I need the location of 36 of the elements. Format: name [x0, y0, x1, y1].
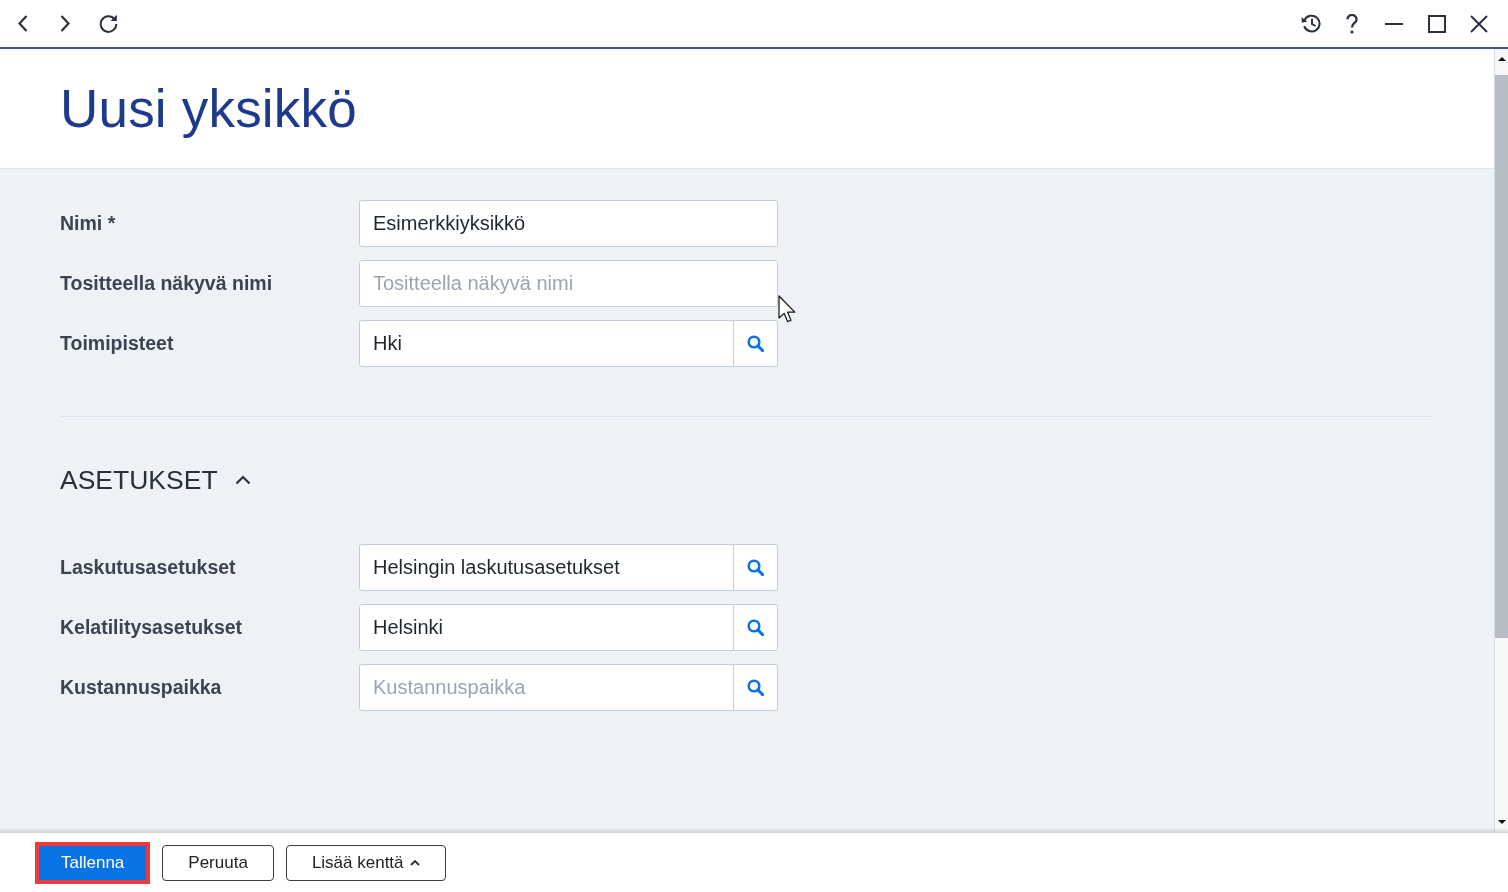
- field-label: Nimi *: [60, 212, 117, 235]
- maximize-icon[interactable]: [1428, 14, 1446, 33]
- lookup-field[interactable]: Hki: [359, 320, 734, 367]
- save-button[interactable]: Tallenna: [35, 841, 151, 884]
- field-label: Kelatilitysasetukset: [60, 616, 244, 639]
- page-title: Uusi yksikkö: [60, 78, 357, 139]
- search-icon: [747, 559, 764, 576]
- back-icon[interactable]: [18, 15, 28, 32]
- refresh-icon[interactable]: [99, 14, 118, 33]
- mouse-pointer-icon: [778, 295, 797, 323]
- scrollbar[interactable]: [1494, 49, 1508, 832]
- lookup-field[interactable]: Helsinki: [359, 604, 734, 651]
- lookup-field[interactable]: Helsingin laskutusasetukset: [359, 544, 734, 591]
- minimize-icon[interactable]: [1385, 22, 1403, 25]
- history-icon[interactable]: [1301, 14, 1321, 33]
- text-field[interactable]: Tositteella näkyvä nimi: [359, 260, 778, 307]
- field-label: Tositteella näkyvä nimi: [60, 272, 274, 295]
- field-label: Kustannuspaikka: [60, 676, 223, 699]
- search-button[interactable]: [734, 320, 778, 367]
- search-icon: [747, 619, 764, 636]
- lookup-field[interactable]: Kustannuspaikka: [359, 664, 734, 711]
- field-label: Laskutusasetukset: [60, 556, 237, 579]
- close-icon[interactable]: [1470, 14, 1488, 33]
- forward-icon[interactable]: [60, 15, 70, 32]
- search-button[interactable]: [734, 604, 778, 651]
- search-button[interactable]: [734, 664, 778, 711]
- section-toggle[interactable]: ASETUKSET: [60, 462, 251, 498]
- caret-icon: [409, 859, 420, 866]
- cancel-button[interactable]: Peruuta: [162, 844, 274, 881]
- search-icon: [747, 679, 764, 696]
- text-field[interactable]: Esimerkkiyksikkö: [359, 200, 778, 247]
- field-label: Toimipisteet: [60, 332, 175, 355]
- search-icon: [747, 335, 764, 352]
- search-button[interactable]: [734, 544, 778, 591]
- help-icon[interactable]: [1346, 13, 1358, 34]
- add-field-button[interactable]: Lisää kenttä: [285, 844, 446, 881]
